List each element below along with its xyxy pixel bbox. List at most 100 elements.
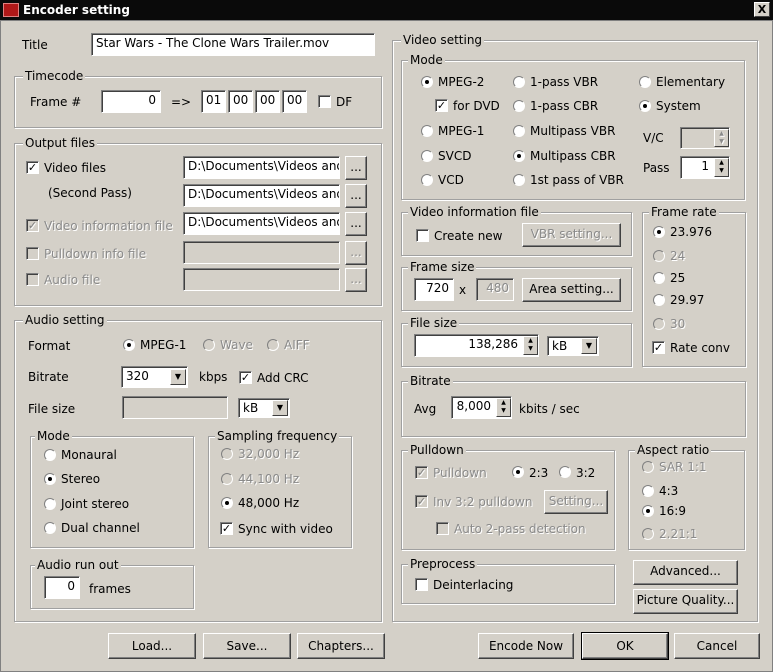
encode-now-button[interactable]: Encode Now [478, 633, 574, 659]
mode-svcd-radio[interactable] [421, 150, 433, 162]
chevron-down-icon[interactable]: ▼ [170, 369, 186, 385]
auto-2pass-checkbox[interactable] [436, 522, 449, 535]
tc-hours[interactable]: 01 [201, 90, 226, 113]
tc-seconds[interactable]: 00 [255, 90, 280, 113]
browse-pulldown-button[interactable]: ... [345, 241, 367, 265]
tc-minutes[interactable]: 00 [228, 90, 253, 113]
advanced-button[interactable]: Advanced... [633, 560, 738, 585]
video-filesize-input[interactable]: 138,286 [414, 334, 539, 357]
mode-stereo-label: Stereo [61, 472, 101, 486]
rate-conv-checkbox[interactable]: ✓ [652, 341, 665, 354]
sync-with-video-checkbox[interactable]: ✓ [220, 522, 233, 535]
frame-input[interactable]: 0 [101, 90, 161, 113]
rate-conv-label: Rate conv [670, 341, 730, 355]
frame-height-input[interactable]: 480 [476, 278, 514, 301]
pulldown-info-checkbox[interactable] [26, 247, 39, 260]
load-button[interactable]: Load... [108, 633, 196, 659]
mode-mpeg2-radio[interactable] [421, 76, 433, 88]
df-label: DF [336, 95, 353, 109]
mode-joint-stereo-radio[interactable] [44, 498, 56, 510]
sf-44100-radio[interactable] [221, 473, 233, 485]
mode-elementary-radio[interactable] [639, 76, 651, 88]
browse-video-button[interactable]: ... [345, 156, 367, 180]
vc-spinner[interactable]: ▲ ▼ [714, 129, 729, 147]
deinterlacing-checkbox[interactable] [415, 578, 428, 591]
fr-23976-label: 23.976 [670, 225, 712, 239]
fr-23976-radio[interactable] [653, 226, 665, 238]
audio-path-input[interactable] [183, 268, 340, 291]
mode-dual-channel-radio[interactable] [44, 522, 56, 534]
sf-48000-radio[interactable] [221, 497, 233, 509]
frame-label: Frame # [30, 95, 82, 109]
mode-1st-pass-vbr-label: 1st pass of VBR [530, 173, 624, 187]
picture-quality-button[interactable]: Picture Quality... [633, 589, 738, 614]
audio-file-checkbox[interactable] [26, 273, 39, 286]
save-button[interactable]: Save... [203, 633, 291, 659]
audio-filesize-input[interactable] [122, 396, 228, 419]
video-path-input[interactable]: D:\Documents\Videos and [183, 156, 340, 179]
chapters-button[interactable]: Chapters... [297, 633, 385, 659]
vbr-setting-button[interactable]: VBR setting... [522, 223, 621, 247]
mode-1st-pass-vbr-radio[interactable] [513, 174, 525, 186]
fr-24-radio[interactable] [653, 250, 665, 262]
format-wave-radio[interactable] [203, 339, 215, 351]
close-button[interactable]: X [754, 2, 770, 17]
df-checkbox[interactable] [318, 95, 331, 108]
chevron-down-icon[interactable]: ▼ [272, 400, 288, 416]
video-files-checkbox[interactable]: ✓ [26, 161, 39, 174]
pulldown-32-radio[interactable] [559, 466, 571, 478]
pulldown-legend: Pulldown [408, 442, 466, 458]
mode-1pass-cbr-radio[interactable] [513, 100, 525, 112]
mode-vcd-radio[interactable] [421, 174, 433, 186]
chevron-down-icon[interactable]: ▼ [581, 338, 597, 354]
add-crc-checkbox[interactable]: ✓ [239, 371, 252, 384]
video-filesize-spinner[interactable]: ▲ ▼ [523, 336, 538, 355]
fr-2997-radio[interactable] [653, 294, 665, 306]
aspect-221-radio[interactable] [642, 528, 654, 540]
video-info-path-input[interactable]: D:\Documents\Videos and [183, 212, 340, 235]
for-dvd-checkbox[interactable]: ✓ [435, 99, 448, 112]
browse-audio-button[interactable]: ... [345, 268, 367, 292]
run-out-input[interactable]: 0 [44, 576, 80, 599]
fr-25-radio[interactable] [653, 272, 665, 284]
avg-bitrate-spinner[interactable]: ▲ ▼ [496, 398, 511, 417]
aspect-43-radio[interactable] [642, 485, 654, 497]
title-input[interactable]: Star Wars - The Clone Wars Trailer.mov [91, 33, 375, 56]
second-pass-path-input[interactable]: D:\Documents\Videos and [183, 184, 340, 207]
pulldown-checkbox[interactable]: ✓ [415, 466, 428, 479]
fr-30-radio[interactable] [653, 318, 665, 330]
inv-pulldown-checkbox[interactable]: ✓ [415, 495, 428, 508]
sf-32000-radio[interactable] [221, 448, 233, 460]
pulldown-23-radio[interactable] [512, 466, 524, 478]
mode-system-radio[interactable] [639, 100, 651, 112]
format-aiff-radio[interactable] [267, 339, 279, 351]
second-pass-label: (Second Pass) [48, 186, 132, 200]
mode-multipass-cbr-radio[interactable] [513, 150, 525, 162]
aspect-sar-radio[interactable] [642, 461, 654, 473]
video-info-checkbox[interactable]: ✓ [26, 219, 39, 232]
mode-stereo-radio[interactable] [44, 473, 56, 485]
ok-button[interactable]: OK [581, 632, 669, 660]
pulldown-path-input[interactable] [183, 241, 340, 264]
pulldown-info-label: Pulldown info file [44, 247, 147, 261]
browse-second-pass-button[interactable]: ... [345, 184, 367, 208]
mode-monaural-radio[interactable] [44, 449, 56, 461]
tc-frames[interactable]: 00 [282, 90, 307, 113]
browse-video-info-button[interactable]: ... [345, 212, 367, 236]
pass-spinner[interactable]: ▲ ▼ [714, 158, 729, 177]
deinterlacing-label: Deinterlacing [433, 578, 514, 592]
aspect-169-radio[interactable] [642, 505, 654, 517]
create-new-checkbox[interactable] [416, 229, 429, 242]
area-setting-button[interactable]: Area setting... [522, 278, 621, 302]
pulldown-setting-button[interactable]: Setting... [544, 490, 608, 514]
pulldown-label: Pulldown [433, 466, 487, 480]
arrow-label: => [171, 95, 192, 109]
mode-mpeg1-radio[interactable] [421, 125, 433, 137]
format-mpeg1-radio[interactable] [123, 339, 135, 351]
title-label: Title [22, 38, 48, 52]
frame-width-input[interactable]: 720 [414, 278, 454, 301]
mode-multipass-vbr-radio[interactable] [513, 125, 525, 137]
mode-1pass-vbr-radio[interactable] [513, 76, 525, 88]
pulldown-32-label: 3:2 [576, 466, 596, 480]
cancel-button[interactable]: Cancel [674, 633, 760, 659]
